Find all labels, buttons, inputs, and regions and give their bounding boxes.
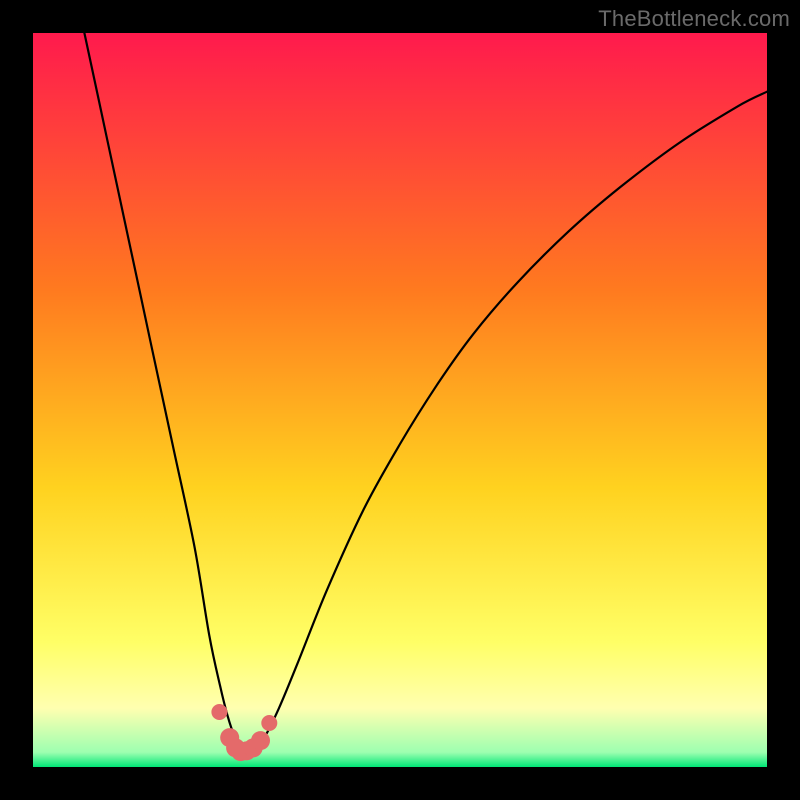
curve-marker [251,731,270,750]
chart-frame: TheBottleneck.com [0,0,800,800]
plot-area [33,33,767,767]
curve-marker [211,704,227,720]
gradient-background [33,33,767,767]
watermark-text: TheBottleneck.com [598,6,790,32]
curve-marker [261,715,277,731]
bottleneck-chart [33,33,767,767]
